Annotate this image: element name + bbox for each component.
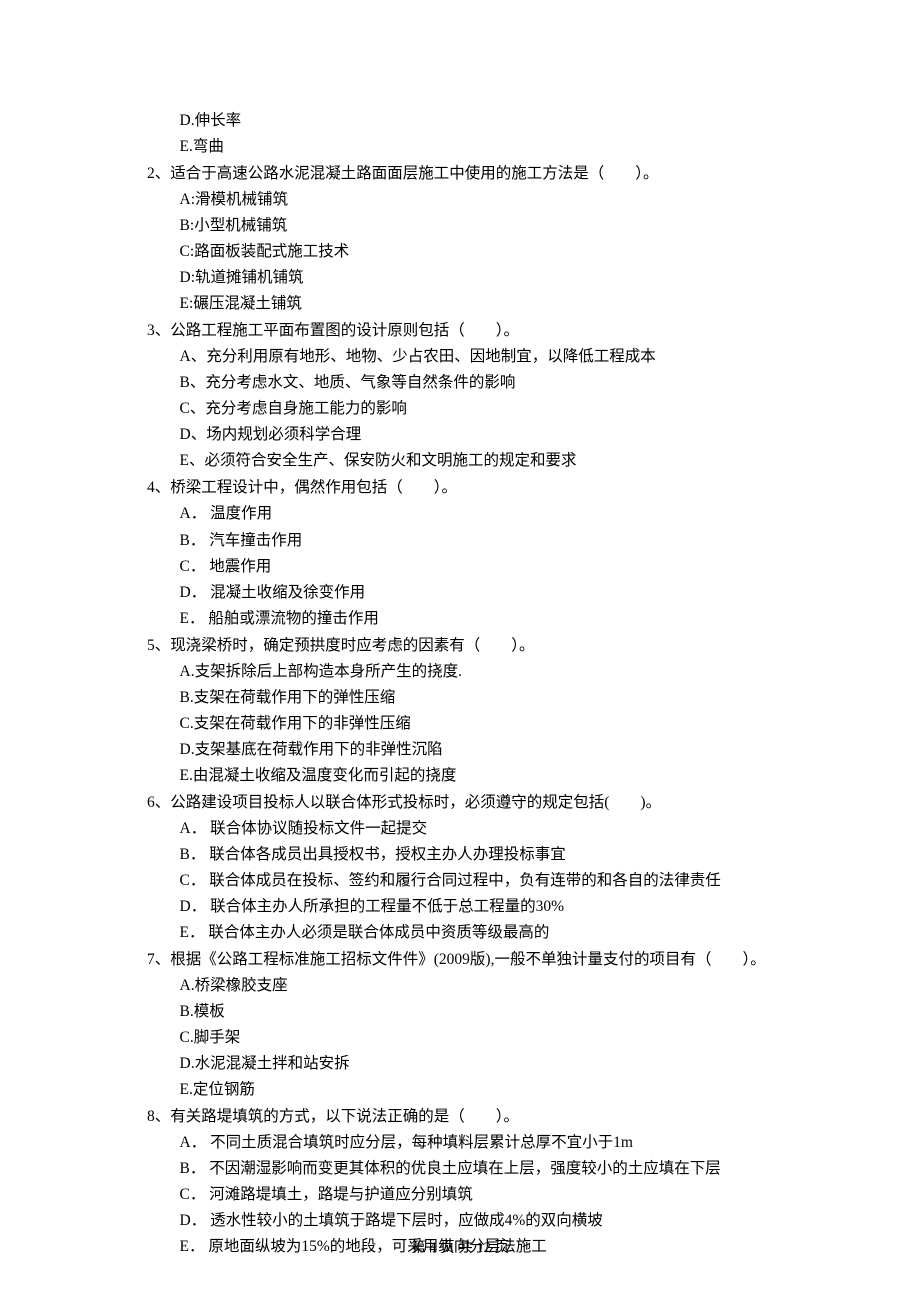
- option-text: E.定位钢筋: [180, 1077, 795, 1103]
- question-number: 5、: [147, 637, 170, 654]
- question-text: 公路建设项目投标人以联合体形式投标时，必须遵守的规定包括( )。: [170, 794, 661, 811]
- question-text: 桥梁工程设计中，偶然作用包括（ ）。: [170, 479, 457, 496]
- footer-prefix: 第: [411, 1240, 429, 1256]
- option-text: E、必须符合安全生产、保安防火和文明施工的规定和要求: [180, 448, 795, 474]
- option-text: B． 不因潮湿影响而变更其体积的优良土应填在上层，强度较小的土应填在下层: [180, 1156, 795, 1182]
- question-text: 有关路堤填筑的方式，以下说法正确的是（ ）。: [170, 1108, 519, 1125]
- option-text: C.支架在荷载作用下的非弹性压缩: [180, 711, 795, 737]
- question-text: 适合于高速公路水泥混凝土路面面层施工中使用的施工方法是（ ）。: [170, 165, 658, 182]
- option-text: D.支架基底在荷载作用下的非弹性沉陷: [180, 737, 795, 763]
- option-text: C． 联合体成员在投标、签约和履行合同过程中，负有连带的和各自的法律责任: [180, 868, 795, 894]
- question-text: 现浇梁桥时，确定预拱度时应考虑的因素有（ ）。: [170, 637, 534, 654]
- question-text: 公路工程施工平面布置图的设计原则包括（ ）。: [170, 322, 519, 339]
- question-stem: 2、适合于高速公路水泥混凝土路面面层施工中使用的施工方法是（ ）。: [180, 161, 795, 187]
- option-text: E:碾压混凝土铺筑: [180, 291, 795, 317]
- option-text: B:小型机械铺筑: [180, 213, 795, 239]
- option-text: B.支架在荷载作用下的弹性压缩: [180, 685, 795, 711]
- question-number: 7、: [147, 951, 170, 968]
- question-number: 2、: [147, 165, 170, 182]
- option-text: D.伸长率: [180, 108, 795, 134]
- option-text: A． 不同土质混合填筑时应分层，每种填料层累计总厚不宜小于1m: [180, 1130, 795, 1156]
- option-text: E． 联合体主办人必须是联合体成员中资质等级最高的: [180, 920, 795, 946]
- question-stem: 8、有关路堤填筑的方式，以下说法正确的是（ ）。: [180, 1104, 795, 1130]
- option-text: A． 温度作用: [180, 501, 795, 527]
- option-text: A、充分利用原有地形、地物、少占农田、因地制宜，以降低工程成本: [180, 344, 795, 370]
- question-stem: 5、现浇梁桥时，确定预拱度时应考虑的因素有（ ）。: [180, 633, 795, 659]
- option-text: D． 透水性较小的土填筑于路堤下层时，应做成4%的双向横坡: [180, 1208, 795, 1234]
- option-text: B.模板: [180, 999, 795, 1025]
- option-text: C． 河滩路堤填土，路堤与护道应分别填筑: [180, 1182, 795, 1208]
- option-text: C． 地震作用: [180, 554, 795, 580]
- option-text: D． 混凝土收缩及徐变作用: [180, 580, 795, 606]
- question-stem: 6、公路建设项目投标人以联合体形式投标时，必须遵守的规定包括( )。: [180, 790, 795, 816]
- option-text: A.支架拆除后上部构造本身所产生的挠度.: [180, 659, 795, 685]
- question-stem: 3、公路工程施工平面布置图的设计原则包括（ ）。: [180, 318, 795, 344]
- option-text: B． 汽车撞击作用: [180, 528, 795, 554]
- document-page: D.伸长率 E.弯曲 2、适合于高速公路水泥混凝土路面面层施工中使用的施工方法是…: [0, 0, 920, 1302]
- footer-total-pages: 12: [476, 1240, 491, 1256]
- option-text: C:路面板装配式施工技术: [180, 239, 795, 265]
- question-number: 8、: [147, 1108, 170, 1125]
- option-text: D、场内规划必须科学合理: [180, 422, 795, 448]
- question-number: 6、: [147, 794, 170, 811]
- option-text: B、充分考虑水文、地质、气象等自然条件的影响: [180, 370, 795, 396]
- option-text: B． 联合体各成员出具授权书，授权主办人办理投标事宜: [180, 842, 795, 868]
- option-text: C、充分考虑自身施工能力的影响: [180, 396, 795, 422]
- option-text: A.桥梁橡胶支座: [180, 973, 795, 999]
- question-stem: 7、根据《公路工程标准施工招标文件件》(2009版),一般不单独计量支付的项目有…: [180, 947, 795, 973]
- option-text: D． 联合体主办人所承担的工程量不低于总工程量的30%: [180, 894, 795, 920]
- page-footer: 第 4 页 共 12 页: [0, 1236, 920, 1260]
- question-text: 根据《公路工程标准施工招标文件件》(2009版),一般不单独计量支付的项目有（ …: [170, 951, 765, 968]
- option-text: C.脚手架: [180, 1025, 795, 1051]
- option-text: E． 船舶或漂流物的撞击作用: [180, 606, 795, 632]
- option-text: A:滑模机械铺筑: [180, 187, 795, 213]
- option-text: E.弯曲: [180, 134, 795, 160]
- option-text: D.水泥混凝土拌和站安拆: [180, 1051, 795, 1077]
- footer-middle: 页 共: [436, 1240, 476, 1256]
- option-text: D:轨道摊铺机铺筑: [180, 265, 795, 291]
- question-number: 3、: [147, 322, 170, 339]
- option-text: A． 联合体协议随投标文件一起提交: [180, 816, 795, 842]
- question-number: 4、: [147, 479, 170, 496]
- option-text: E.由混凝土收缩及温度变化而引起的挠度: [180, 763, 795, 789]
- footer-suffix: 页: [491, 1240, 509, 1256]
- question-stem: 4、桥梁工程设计中，偶然作用包括（ ）。: [180, 475, 795, 501]
